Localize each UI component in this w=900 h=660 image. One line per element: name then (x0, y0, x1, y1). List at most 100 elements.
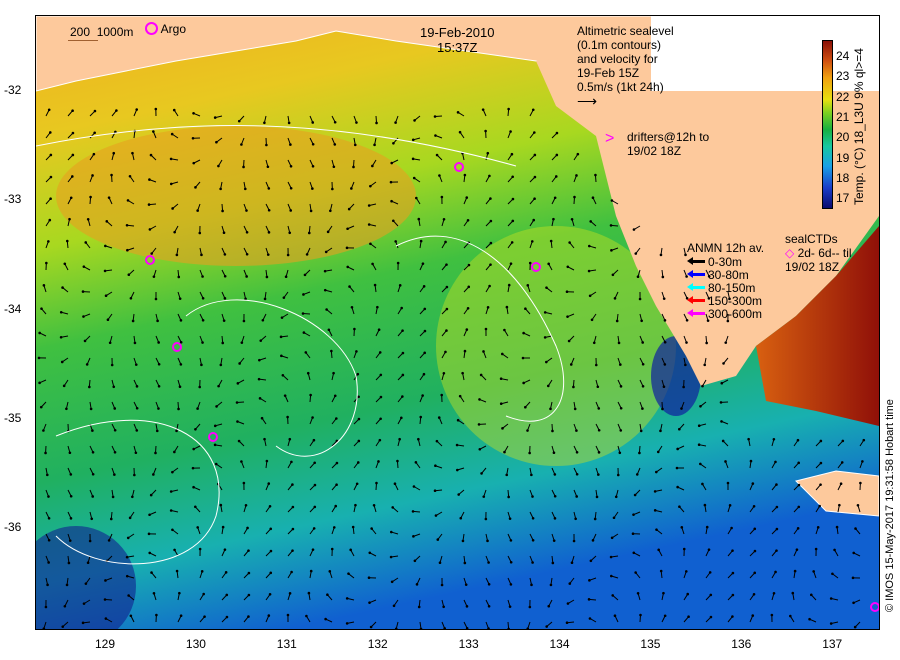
velocity-arrowhead (269, 527, 273, 531)
velocity-arrowhead (152, 130, 155, 133)
velocity-arrowhead (587, 244, 591, 248)
velocity-arrowhead (461, 371, 464, 375)
velocity-arrowhead (171, 470, 174, 474)
velocity-arrowhead (503, 328, 506, 332)
velocity-arrowhead (313, 483, 317, 487)
velocity-arrowhead (575, 495, 578, 498)
velocity-arrowhead (481, 108, 485, 111)
velocity-arrowhead (612, 516, 616, 520)
velocity-arrowhead (458, 130, 462, 134)
velocity-arrowhead (789, 614, 792, 618)
velocity-arrowhead (85, 363, 89, 366)
velocity-arrowhead (545, 625, 548, 628)
velocity-arrowhead (213, 116, 217, 119)
velocity-arrowhead (526, 429, 529, 432)
velocity-arrowhead (200, 363, 203, 367)
velocity-arrowhead (243, 187, 247, 191)
velocity-arrowhead (377, 328, 381, 332)
velocity-arrowhead (91, 495, 95, 498)
velocity-arrowhead (553, 196, 557, 200)
velocity-arrowhead (682, 547, 686, 551)
velocity-arrowhead (393, 482, 397, 485)
velocity-arrowhead (191, 136, 195, 140)
velocity-arrowhead (333, 120, 337, 124)
velocity-arrowhead (394, 121, 397, 124)
velocity-arrowhead (90, 517, 94, 521)
velocity-arrowhead (42, 284, 46, 287)
velocity-arrowhead (456, 468, 459, 472)
velocity-arrowhead (177, 407, 180, 411)
velocity-arrowhead (392, 141, 395, 145)
sst-map-page: 200 1000m Argo 19-Feb-2010 15:37Z Altimet… (0, 0, 900, 660)
velocity-arrowhead (697, 424, 701, 427)
velocity-arrowhead (640, 319, 643, 323)
velocity-arrowhead (419, 415, 423, 419)
sst-map[interactable] (35, 15, 880, 630)
scale-label-200: 200 (70, 25, 91, 39)
velocity-arrowhead (357, 439, 361, 443)
velocity-arrowhead (597, 451, 601, 454)
velocity-arrowhead (435, 439, 439, 443)
velocity-arrowhead (289, 186, 293, 190)
velocity-arrowhead (856, 504, 860, 507)
velocity-arrowhead (311, 165, 315, 168)
velocity-arrowhead (369, 184, 372, 188)
velocity-arrowhead (221, 209, 224, 213)
velocity-arrowhead (175, 569, 179, 573)
velocity-arrowhead (224, 571, 228, 574)
velocity-arrowhead (284, 275, 288, 279)
velocity-arrowhead (221, 525, 225, 529)
velocity-arrowhead (589, 559, 593, 563)
velocity-arrowhead (351, 525, 355, 529)
velocity-arrowhead (724, 460, 727, 463)
velocity-arrowhead (528, 605, 532, 609)
velocity-arrowhead (636, 275, 640, 279)
velocity-arrowhead (509, 583, 513, 586)
velocity-arrowhead (332, 165, 336, 169)
velocity-arrowhead (147, 532, 151, 536)
velocity-arrowhead (286, 253, 290, 257)
velocity-arrowhead (134, 363, 138, 366)
velocity-arrowhead (222, 319, 226, 322)
velocity-arrowhead (65, 583, 69, 587)
longitude-tick: 129 (95, 637, 116, 651)
velocity-arrowhead (528, 451, 531, 455)
velocity-arrowhead (663, 319, 667, 322)
velocity-arrowhead (200, 253, 203, 257)
velocity-arrowhead (597, 428, 601, 432)
velocity-arrowhead (148, 178, 151, 181)
velocity-arrowhead (355, 482, 359, 486)
velocity-arrowhead (574, 517, 577, 521)
velocity-arrowhead (169, 509, 173, 512)
velocity-arrowhead (552, 451, 556, 455)
velocity-arrowhead (705, 341, 708, 345)
velocity-arrowhead (108, 341, 112, 345)
velocity-arrowhead (545, 286, 548, 289)
anmn-legend-item: 80-150m (687, 281, 764, 295)
velocity-arrowhead (465, 196, 469, 199)
velocity-arrowhead (370, 527, 373, 530)
velocity-arrowhead (150, 571, 153, 574)
velocity-arrowhead (307, 231, 311, 235)
velocity-arrowhead (378, 351, 382, 354)
velocity-arrowhead (613, 297, 617, 300)
velocity-arrowhead (48, 131, 52, 134)
map-time: 15:37Z (436, 40, 478, 55)
velocity-arrowhead (592, 341, 596, 345)
velocity-arrowhead (59, 335, 63, 339)
velocity-arrowhead (194, 427, 197, 431)
velocity-arrowhead (192, 485, 195, 489)
velocity-arrowhead (91, 174, 94, 177)
velocity-arrowhead (653, 490, 657, 493)
velocity-arrowhead (112, 151, 116, 155)
velocity-arrowhead (609, 555, 613, 559)
velocity-arrowhead (489, 241, 493, 245)
velocity-arrowhead (463, 349, 467, 353)
velocity-arrowhead (524, 405, 527, 409)
velocity-arrowhead (45, 261, 48, 265)
velocity-arrowhead (155, 429, 159, 433)
velocity-arrowhead (312, 438, 316, 442)
velocity-arrowhead (565, 621, 569, 625)
velocity-arrowhead (286, 415, 289, 419)
velocity-arrowhead (126, 248, 129, 252)
